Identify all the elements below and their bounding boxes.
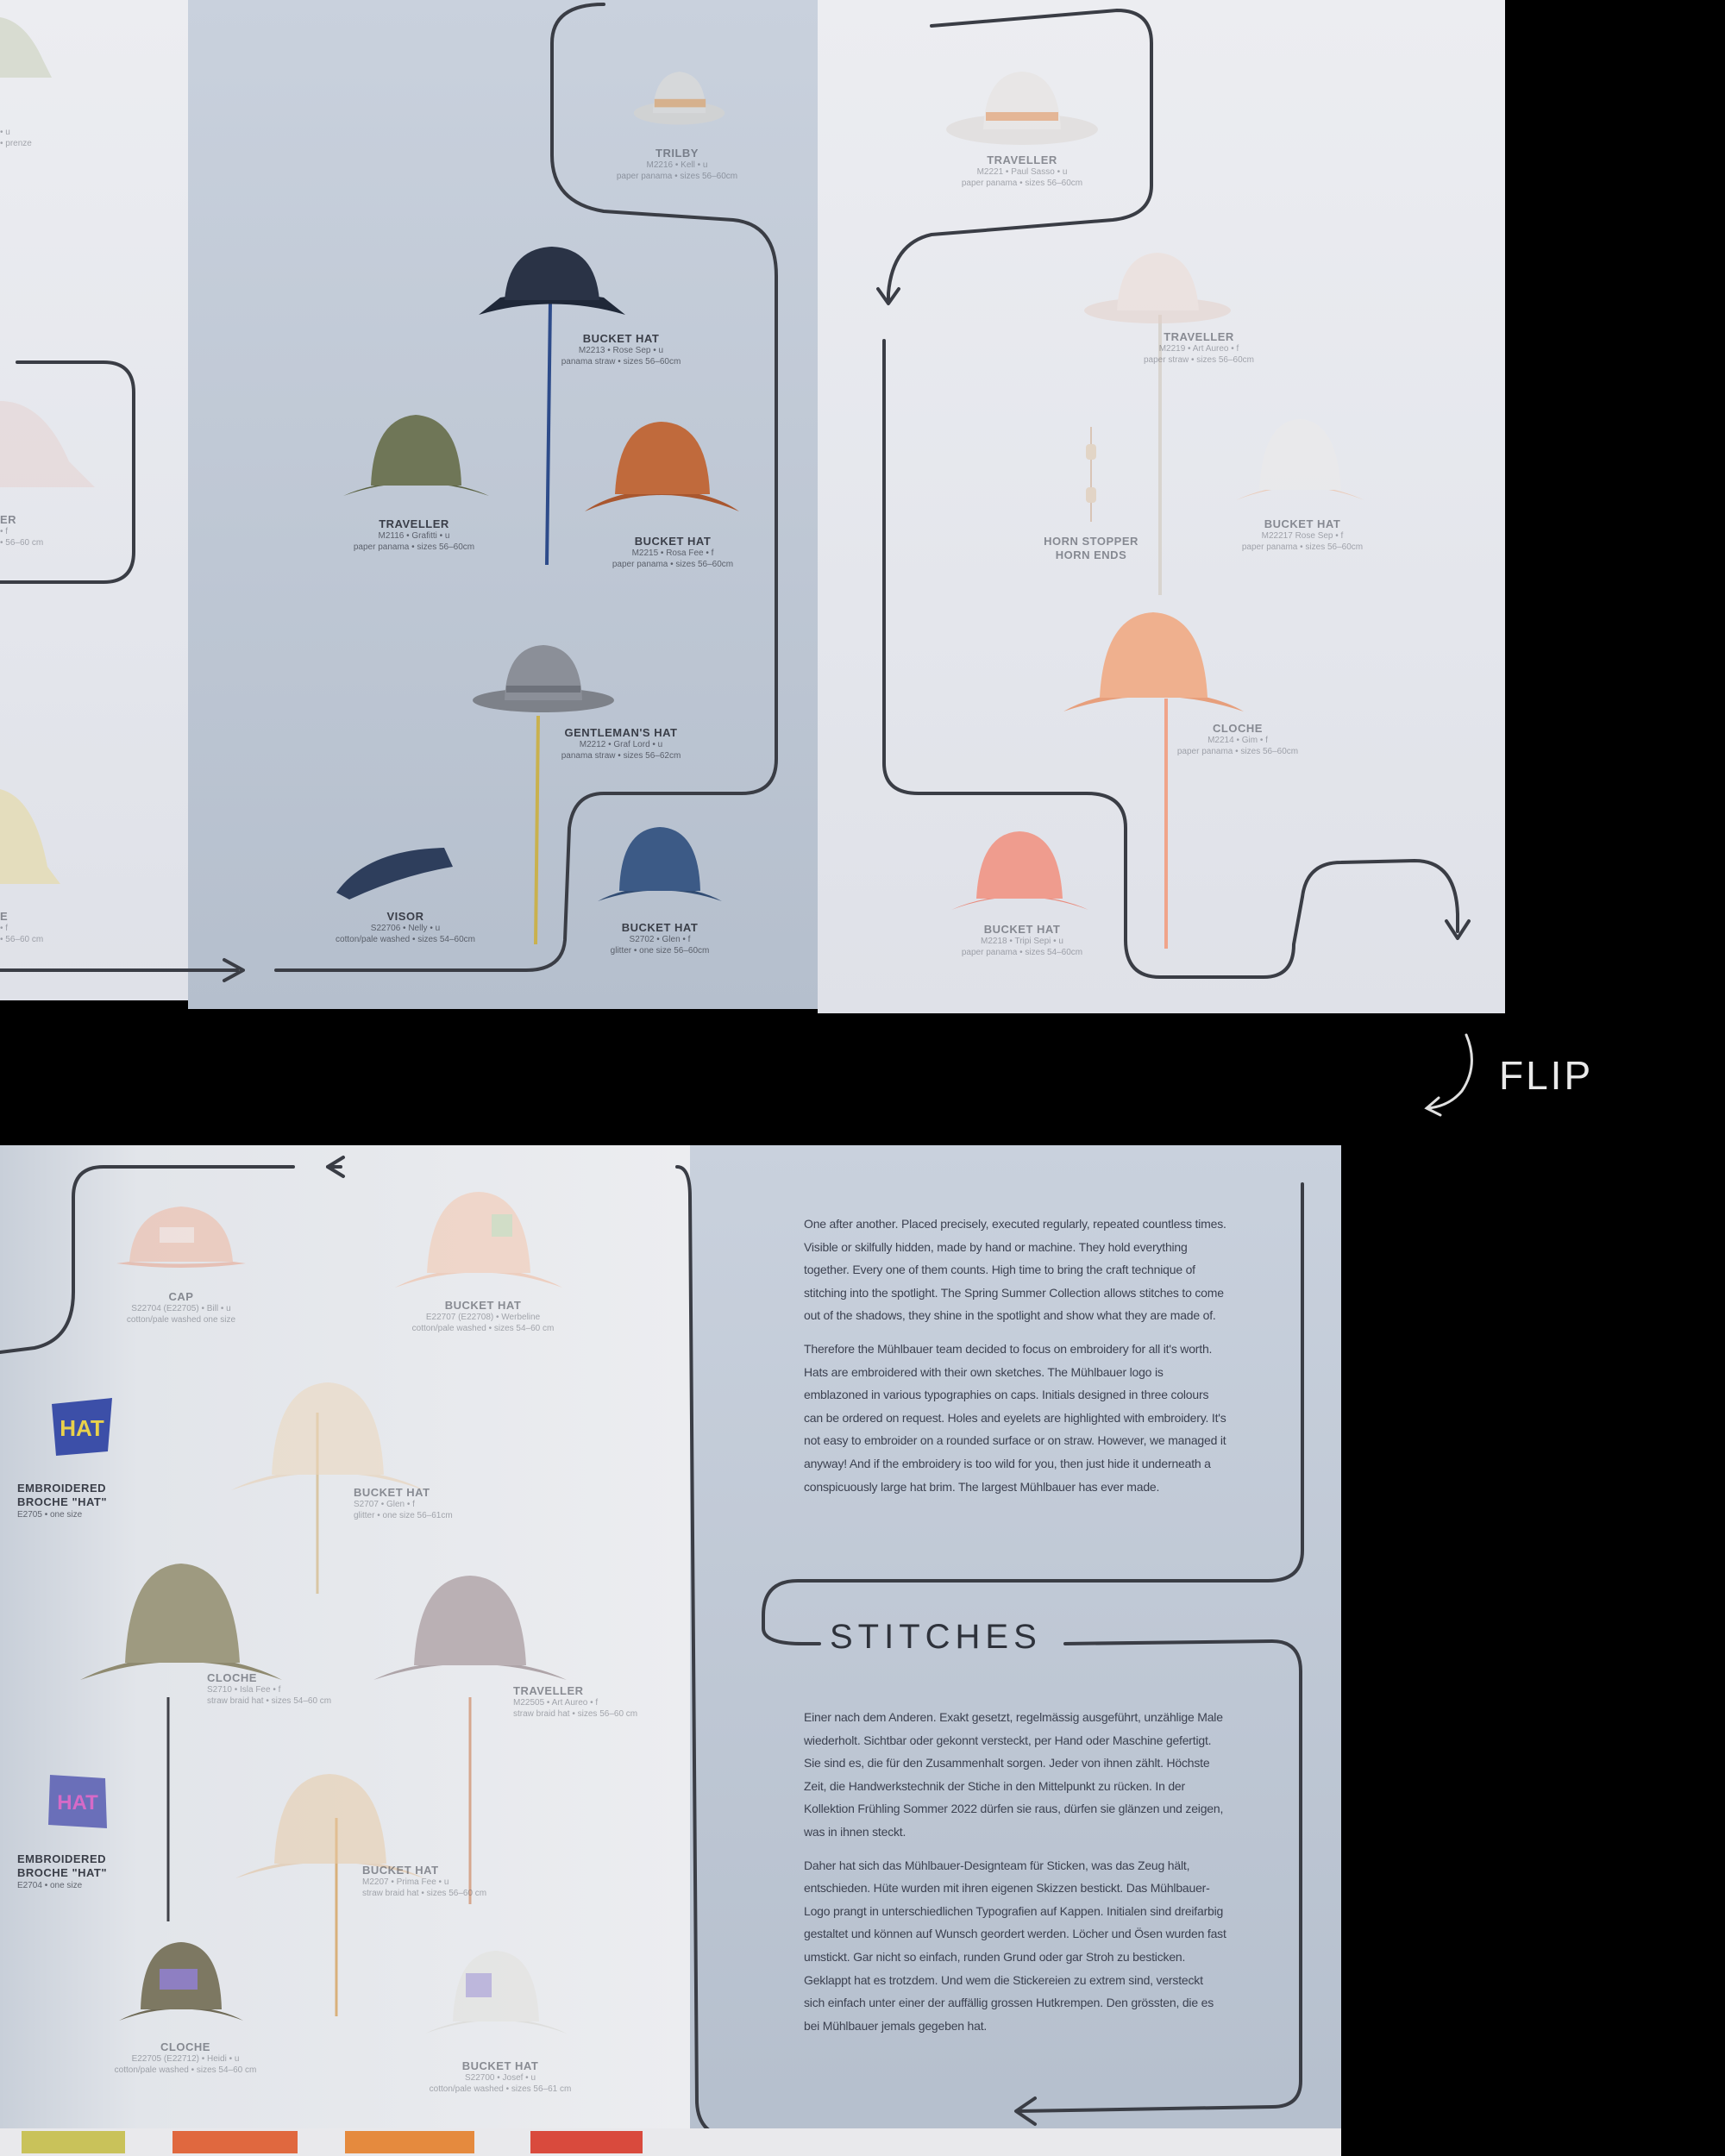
cloche-hat-image-b xyxy=(78,1559,285,1689)
left-edge-hat-image-c xyxy=(0,780,60,893)
visor-image xyxy=(332,841,461,901)
trilby-label: TRILBY M2216 • Kell • u paper panama • siz… xyxy=(616,147,738,181)
swatch-4 xyxy=(530,2131,643,2153)
flip-label: FLIP xyxy=(1499,1053,1594,1098)
english-body-copy: One after another. Placed precisely, exe… xyxy=(804,1213,1226,1508)
bucket-hat-label-f: BUCKET HAT E22707 (E22708) • Werbeline cot… xyxy=(411,1299,555,1333)
bucket-hat-label-i: BUCKET HAT S22700 • Josef • u cotton/pale … xyxy=(429,2059,572,2094)
left-edge-label-b: ER • f • 56–60 cm xyxy=(0,513,44,548)
left-edge-hat-image-b xyxy=(0,392,95,505)
horn-stopper-image xyxy=(1078,427,1104,522)
cloche-hat-peach-image xyxy=(1061,608,1246,720)
english-paragraph-1: One after another. Placed precisely, exe… xyxy=(804,1217,1226,1323)
flip-arrow-icon xyxy=(1424,1033,1473,1117)
swatch-3 xyxy=(345,2131,474,2153)
bottom-brochure-spread: CAP S22704 (E22705) • Bill • u cotton/pale… xyxy=(0,1145,1341,2156)
gentlemans-hat-label: GENTLEMAN'S HAT M2212 • Graf Lord • u pana… xyxy=(561,726,681,761)
brooch-text-b: HAT xyxy=(57,1791,98,1814)
traveller-hat-image-d xyxy=(371,1572,569,1689)
bucket-hat-image-g xyxy=(229,1378,427,1499)
bucket-hat-coral-image xyxy=(949,828,1091,918)
stitches-heading: STITCHES xyxy=(830,1618,1042,1656)
traveller-label-b: TRAVELLER M2116 • Grafitti • u paper panam… xyxy=(353,517,475,552)
left-edge-label-c: E • f • 56–60 cm xyxy=(0,910,44,944)
top-brochure-spread: TRILBY M2216 • Kell • u paper panama • siz… xyxy=(0,0,1505,1013)
bucket-hat-rust-image xyxy=(582,418,742,517)
left-edge-hat-image-a xyxy=(0,9,52,86)
traveller-label-a: TRAVELLER M2221 • Paul Sasso • u paper pan… xyxy=(961,154,1083,188)
embroidered-brooch-image-a: HAT xyxy=(47,1391,116,1460)
traveller-hat-olive-image xyxy=(341,410,492,505)
german-paragraph-2: Daher hat sich das Mühlbauer-Designteam … xyxy=(804,1858,1226,2033)
bucket-hat-blue-image xyxy=(595,824,724,910)
german-paragraph-1: Einer nach dem Anderen. Exakt gesetzt, r… xyxy=(804,1710,1224,1839)
swatch-2 xyxy=(172,2131,298,2153)
german-body-copy: Einer nach dem Anderen. Exakt gesetzt, r… xyxy=(804,1706,1226,2047)
traveller-hat-image-c xyxy=(1082,246,1233,328)
traveller-label-d: TRAVELLER M22505 • Art Aureo • f straw bra… xyxy=(513,1684,638,1719)
cloche-label-b: CLOCHE S2710 • Isla Fee • f straw braid ha… xyxy=(207,1671,332,1706)
traveller-label-c: TRAVELLER M2219 • Art Aureo • f paper stra… xyxy=(1143,330,1254,365)
bucket-hat-label-g: BUCKET HAT S2707 • Glen • f glitter • one … xyxy=(354,1486,453,1520)
bucket-hat-label-h: BUCKET HAT M2207 • Prima Fee • u straw bra… xyxy=(362,1864,487,1898)
bucket-hat-image-i xyxy=(423,1947,569,2042)
cap-label: CAP S22704 (E22705) • Bill • u cotton/pale… xyxy=(126,1290,236,1325)
bucket-hat-navy-image xyxy=(474,241,630,328)
bucket-hat-label-b: BUCKET HAT M2215 • Rosa Fee • f paper pana… xyxy=(612,535,734,569)
bucket-hat-label-c: BUCKET HAT S2702 • Glen • f glitter • one … xyxy=(610,921,710,956)
english-paragraph-2: Therefore the Mühlbauer team decided to … xyxy=(804,1341,1226,1494)
cloche-label-a: CLOCHE M2214 • Gim • f paper panama • size… xyxy=(1176,722,1299,756)
bucket-hat-image-f xyxy=(392,1188,565,1296)
left-edge-label-a: • u • prenze xyxy=(0,128,32,148)
cloche-label-c: CLOCHE E22705 (E22712) • Heidi • u cotton/… xyxy=(114,2040,257,2075)
bucket-hat-label-a: BUCKET HAT M2213 • Rose Sep • u panama str… xyxy=(561,332,681,367)
traveller-hat-image-a xyxy=(944,56,1100,151)
swatch-1 xyxy=(22,2131,125,2153)
cap-image xyxy=(112,1201,250,1279)
cloche-hat-image-c xyxy=(116,1939,246,2029)
embroidered-brooch-image-b: HAT xyxy=(43,1766,112,1835)
visor-label: VISOR S22706 • Nelly • u cotton/pale washe… xyxy=(336,910,475,944)
brooch-label-a: EMBROIDERED BROCHE "HAT" E2705 • one size xyxy=(17,1482,108,1520)
brooch-text-a: HAT xyxy=(60,1415,104,1441)
trilby-hat-image xyxy=(630,52,729,138)
bucket-hat-image-d xyxy=(1233,414,1367,509)
bucket-hat-label-e: BUCKET HAT M2218 • Tripi Sepi • u paper pa… xyxy=(961,923,1083,957)
bucket-hat-label-d: BUCKET HAT M22217 Rose Sep • f paper panam… xyxy=(1241,517,1364,552)
gentlemans-hat-image xyxy=(470,638,617,720)
brooch-label-b: EMBROIDERED BROCHE "HAT" E2704 • one size xyxy=(17,1852,108,1890)
horn-stopper-label: HORN STOPPER HORN ENDS xyxy=(1044,535,1138,562)
